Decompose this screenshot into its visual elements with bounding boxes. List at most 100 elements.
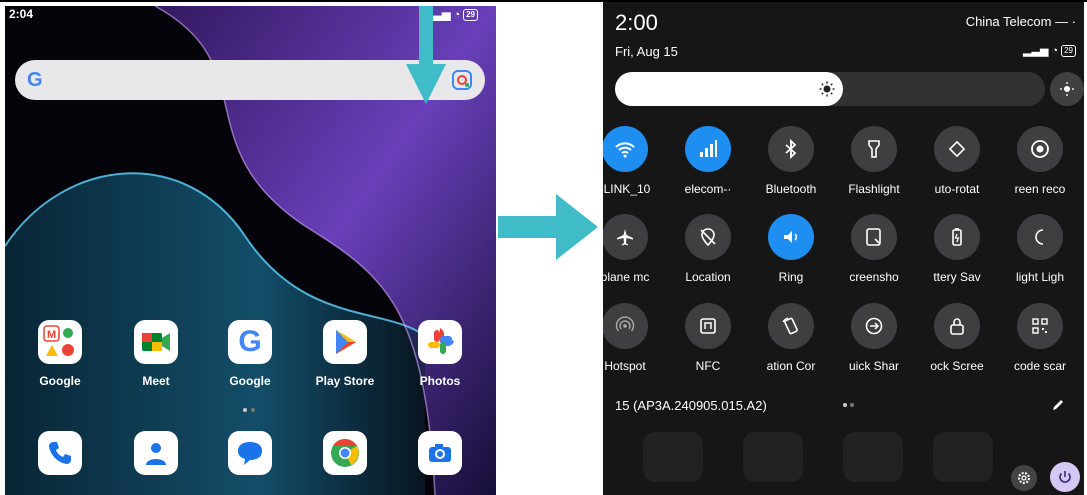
qs-tile-night-light[interactable]: light Ligh <box>998 214 1082 284</box>
app-label: Google <box>229 374 271 388</box>
battery-saver-icon <box>934 214 980 260</box>
wifi-icon <box>603 126 648 172</box>
flashlight-icon <box>851 126 897 172</box>
dock-messages[interactable] <box>205 431 295 475</box>
qs-tile-label: Bluetooth <box>765 182 817 196</box>
screenshot-icon <box>851 214 897 260</box>
play-store-icon <box>323 320 367 364</box>
chrome-icon <box>323 431 367 475</box>
qs-tile-qr-scan[interactable]: code scar <box>998 303 1082 373</box>
qs-tile-label: uick Shar <box>848 359 900 373</box>
qs-tile-screenshot[interactable]: creensho <box>832 214 916 284</box>
qs-clock: 2:00 <box>615 10 658 35</box>
brightness-sun-icon <box>819 81 835 97</box>
page-indicator <box>243 408 255 412</box>
dock-chrome[interactable] <box>300 431 390 475</box>
qs-carrier: China Telecom — · <box>965 14 1076 29</box>
qs-tile-label: elecom-· <box>684 182 732 196</box>
qs-tile-lock-screen[interactable]: ock Scree <box>915 303 999 373</box>
wifi-icon: ◔ <box>453 8 461 21</box>
status-time: 2:04 <box>9 7 34 21</box>
dock-phone[interactable] <box>15 431 105 475</box>
qs-tile-location-off[interactable]: Location <box>666 214 750 284</box>
night-light-icon <box>1017 214 1063 260</box>
qs-tile-label: -LINK_10 <box>603 182 651 196</box>
signal-icon: ▂▃▅ <box>1023 45 1049 57</box>
quick-share-icon <box>851 303 897 349</box>
dock-contacts[interactable] <box>111 431 201 475</box>
swipe-down-arrow-icon <box>406 6 446 104</box>
lock-screen-icon <box>934 303 980 349</box>
qs-tile-hotspot[interactable]: Hotspot <box>603 303 667 373</box>
home-screen: 2:04 ▂▃▅ ◔ 29 G M Google Meet G Google P… <box>5 6 496 495</box>
qr-scan-icon <box>1017 303 1063 349</box>
gear-icon <box>1018 472 1030 484</box>
contacts-icon <box>134 431 178 475</box>
google-logo-icon: G <box>27 69 43 91</box>
qs-tile-ring[interactable]: Ring <box>749 214 833 284</box>
app-meet[interactable]: Meet <box>111 320 201 388</box>
app-photos[interactable]: Photos <box>395 320 485 388</box>
app-google-folder[interactable]: M Google <box>15 320 105 388</box>
qs-tile-flashlight[interactable]: Flashlight <box>832 126 916 196</box>
meet-icon <box>134 320 178 364</box>
battery-icon: 29 <box>463 8 478 21</box>
qs-status-icons: ▂▃▅ ◔ 29 <box>1023 44 1076 57</box>
qs-tile-signal[interactable]: elecom-· <box>666 126 750 196</box>
qs-tile-bluetooth[interactable]: Bluetooth <box>749 126 833 196</box>
qs-date: Fri, Aug 15 <box>615 44 678 59</box>
app-google[interactable]: G Google <box>205 320 295 388</box>
hotspot-icon <box>603 303 648 349</box>
wifi-icon: ◔ <box>1051 44 1059 57</box>
google-folder-icon: M <box>38 320 82 364</box>
app-play-store[interactable]: Play Store <box>300 320 390 388</box>
qs-tile-label: reen reco <box>1014 182 1066 196</box>
app-label: Photos <box>419 374 461 388</box>
app-label: Play Store <box>315 374 375 388</box>
qs-tile-label: Flashlight <box>848 182 900 196</box>
app-label: Meet <box>142 374 170 388</box>
qs-tile-label: plane mc <box>603 270 650 284</box>
nfc-icon <box>685 303 731 349</box>
qs-tile-wifi[interactable]: -LINK_10 <box>603 126 667 196</box>
airplane-icon <box>603 214 648 260</box>
location-off-icon <box>685 214 731 260</box>
auto-brightness-button[interactable] <box>1050 72 1084 106</box>
qs-tile-label: ttery Sav <box>933 270 981 284</box>
qs-tile-rotation-control[interactable]: ation Cor <box>749 303 833 373</box>
power-button[interactable] <box>1050 462 1080 492</box>
lens-icon[interactable] <box>451 69 473 91</box>
app-label: Google <box>39 374 81 388</box>
qs-page-indicator <box>843 403 854 407</box>
qs-tile-rotate[interactable]: uto-rotat <box>915 126 999 196</box>
page-dot <box>850 403 854 407</box>
qs-tile-label: ock Scree <box>930 359 984 373</box>
auto-brightness-icon <box>1060 82 1074 96</box>
qs-tile-airplane[interactable]: plane mc <box>603 214 667 284</box>
qs-tile-label: light Ligh <box>1015 270 1065 284</box>
ring-icon <box>768 214 814 260</box>
qs-tile-label: NFC <box>695 359 721 373</box>
page-dot-active <box>243 408 247 412</box>
qs-tile-quick-share[interactable]: uick Shar <box>832 303 916 373</box>
page-dot <box>251 408 255 412</box>
rotation-control-icon <box>768 303 814 349</box>
qs-tile-label: Ring <box>778 270 804 284</box>
build-number: 15 (AP3A.240905.015.A2) <box>615 398 767 413</box>
qs-tile-screen-record[interactable]: reen reco <box>998 126 1082 196</box>
power-icon <box>1059 471 1071 483</box>
rotate-icon <box>934 126 980 172</box>
dock-camera[interactable] <box>395 431 485 475</box>
qs-tile-label: ation Cor <box>766 359 816 373</box>
battery-icon: 29 <box>1061 44 1076 57</box>
qs-tile-battery-saver[interactable]: ttery Sav <box>915 214 999 284</box>
svg-text:M: M <box>47 329 56 341</box>
qs-tile-label: uto-rotat <box>934 182 980 196</box>
qs-tile-label: Hotspot <box>604 359 646 373</box>
bluetooth-icon <box>768 126 814 172</box>
edit-pencil-icon[interactable] <box>1050 397 1066 413</box>
screen-record-icon <box>1017 126 1063 172</box>
qs-tile-nfc[interactable]: NFC <box>666 303 750 373</box>
settings-button[interactable] <box>1011 465 1037 491</box>
quick-settings-panel: 2:00 Fri, Aug 15 China Telecom — · ▂▃▅ ◔… <box>603 2 1084 495</box>
